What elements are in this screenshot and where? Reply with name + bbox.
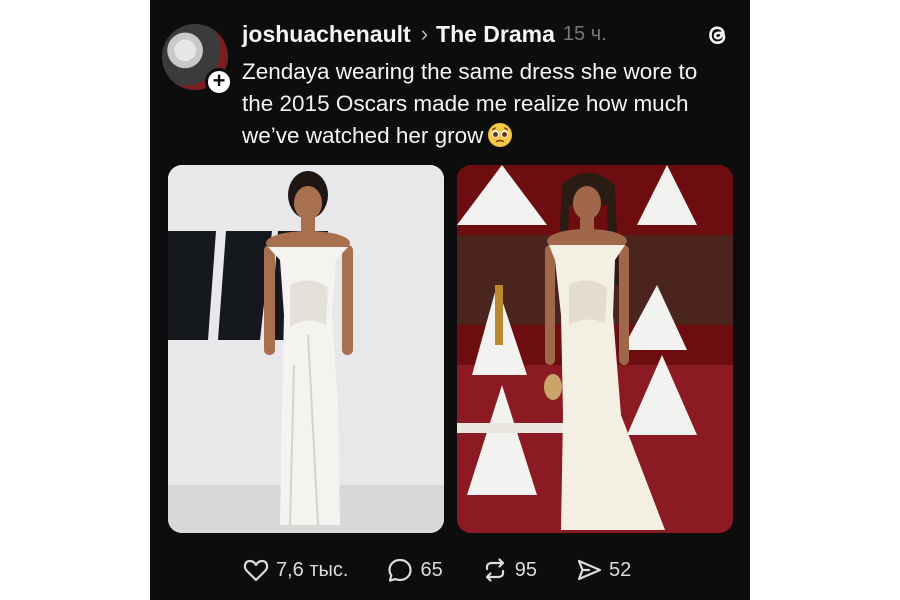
reply-count: 65	[420, 558, 443, 581]
reply-button[interactable]: 65	[386, 556, 443, 584]
comment-bubble-icon	[388, 558, 413, 582]
community-link[interactable]: The Drama	[436, 21, 555, 48]
post-timestamp: 15 ч.	[562, 22, 607, 45]
post-actions-bar: 7,6 тыс. 65 95 52	[242, 553, 669, 587]
share-count: 52	[608, 558, 632, 581]
threads-post-card: + joshuachenault › The Drama 15 ч. Zenda…	[150, 0, 750, 600]
heart-icon	[243, 559, 269, 582]
post-photo-right[interactable]	[457, 165, 733, 533]
repost-arrows-icon	[485, 558, 504, 582]
repost-count: 95	[514, 558, 537, 581]
threads-logo-icon[interactable]	[703, 20, 733, 50]
follow-plus-icon[interactable]: +	[205, 68, 233, 96]
like-button[interactable]: 7,6 тыс.	[242, 556, 348, 584]
post-body: Zendaya wearing the same dress she wore …	[242, 56, 722, 152]
post-text: Zendaya wearing the same dress she wore …	[242, 59, 698, 148]
share-button[interactable]: 52	[575, 556, 631, 584]
send-arrow-icon	[577, 559, 602, 581]
repost-button[interactable]: 95	[481, 556, 537, 584]
post-photo-left[interactable]	[168, 165, 444, 533]
pleading-face-emoji-icon	[488, 123, 513, 147]
chevron-right-icon: ›	[420, 21, 429, 46]
like-count: 7,6 тыс.	[276, 558, 349, 581]
post-header: joshuachenault › The Drama 15 ч.	[242, 18, 607, 50]
photo-left-illustration	[168, 165, 444, 533]
photo-right-illustration	[457, 165, 733, 533]
username-link[interactable]: joshuachenault	[242, 21, 411, 48]
